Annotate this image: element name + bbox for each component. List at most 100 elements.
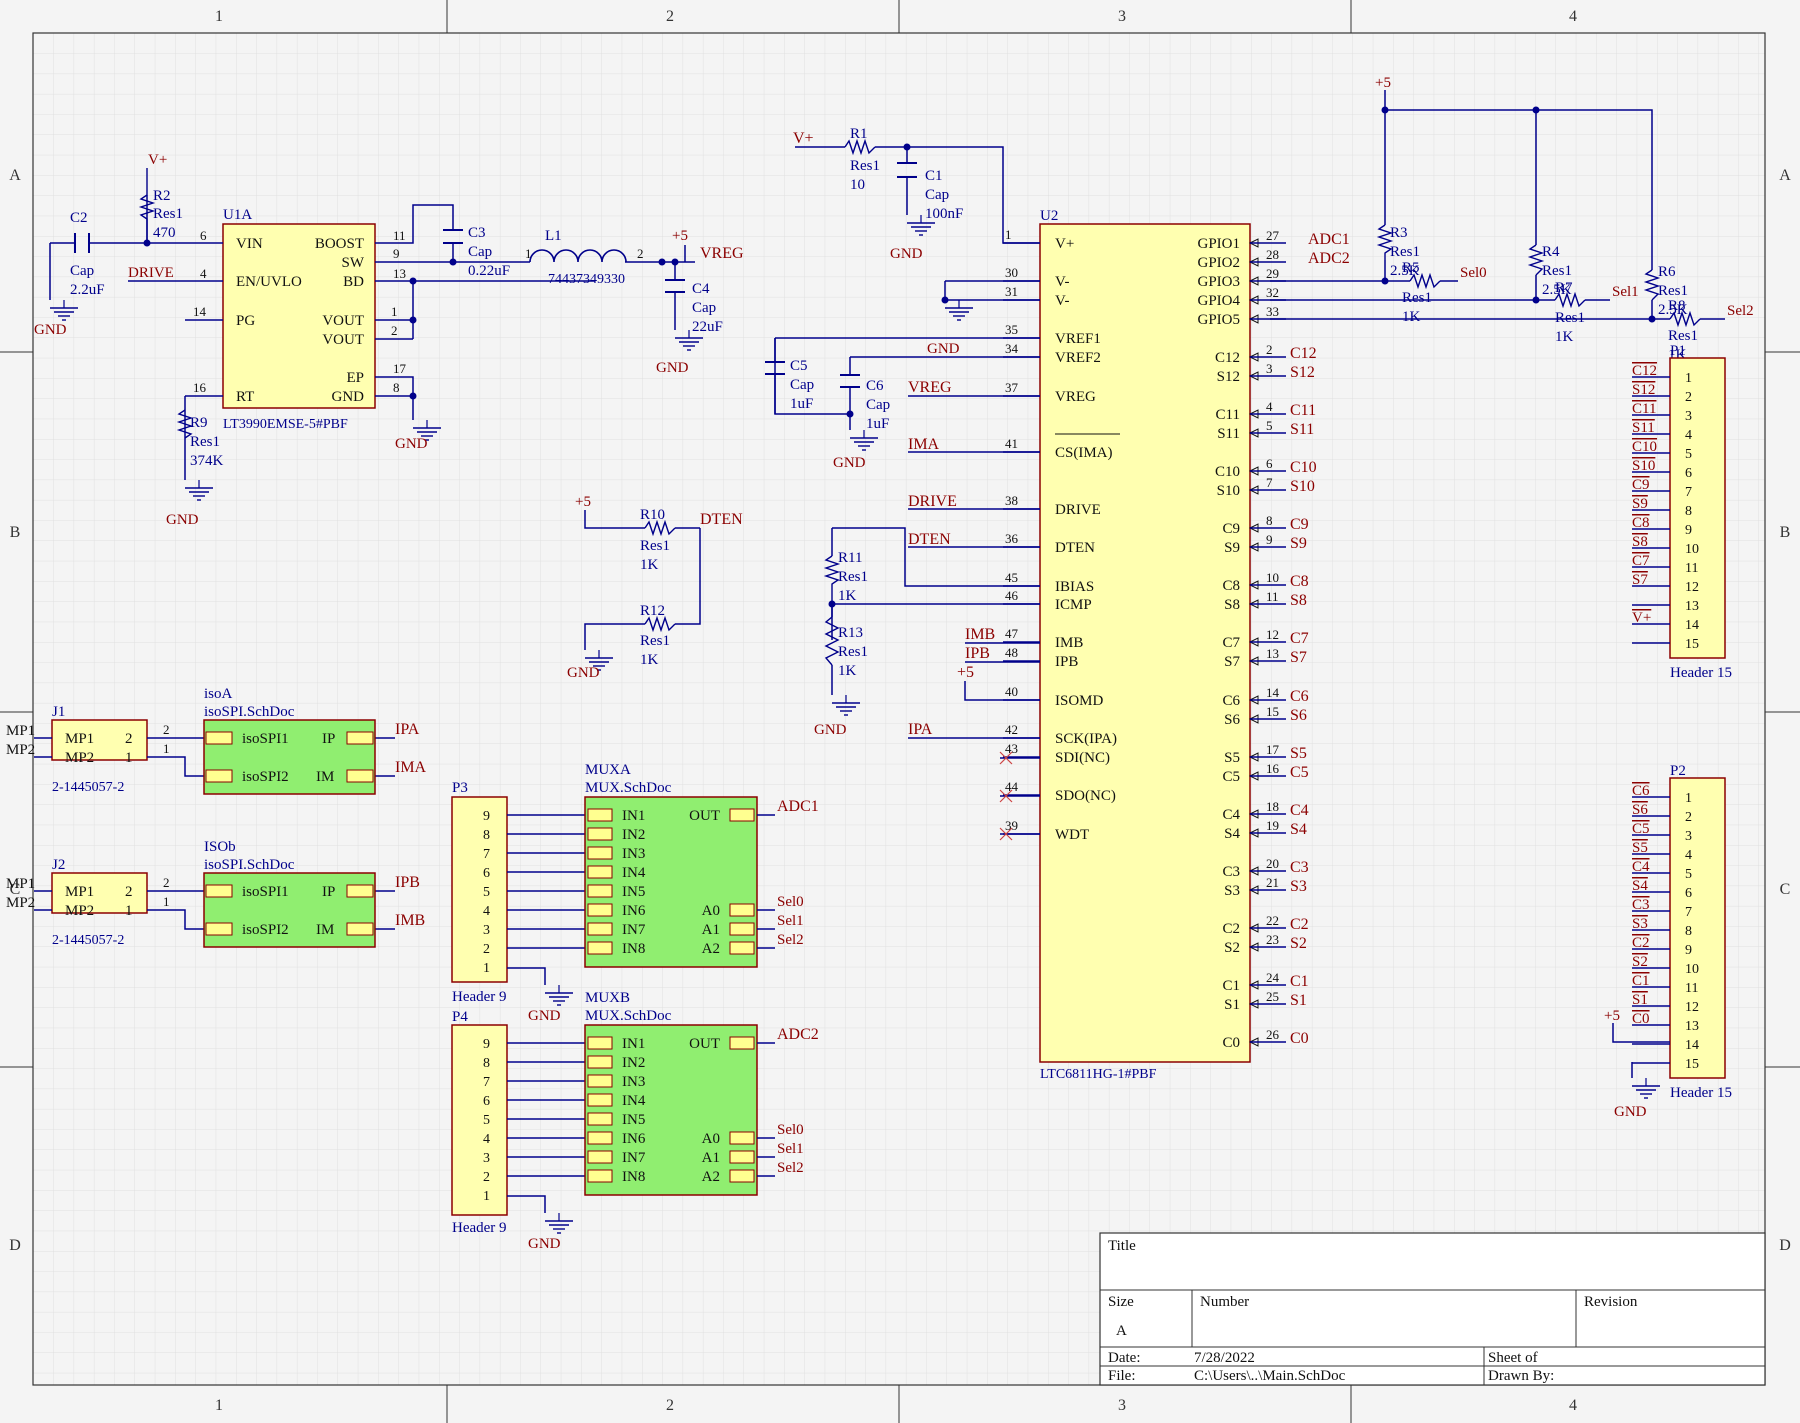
u2-pin-name: ICMP <box>1055 597 1092 613</box>
r3-type: Res1 <box>1390 244 1420 260</box>
p2-pin-num: 15 <box>1685 1057 1699 1072</box>
c4-value: 22uF <box>692 319 723 335</box>
gnd-label-r13: GND <box>814 722 847 738</box>
u2-pin-num: 1 <box>1005 227 1012 242</box>
p2-pin-num: 3 <box>1685 829 1692 844</box>
u1a-num-16: 16 <box>193 380 207 395</box>
u2-pin-name: C2 <box>1222 921 1240 937</box>
j1-net-mp1: MP1 <box>6 723 35 739</box>
p4-pin-num: 1 <box>483 1189 490 1204</box>
u2-pin-name: GPIO2 <box>1197 255 1240 271</box>
isoa-port-isospi1: isoSPI1 <box>242 731 289 747</box>
u2-pin-num: 24 <box>1266 970 1280 985</box>
u2-pin-net: C4 <box>1290 802 1309 819</box>
p1-pin-net: S11 <box>1632 420 1655 436</box>
u2-part: LTC6811HG-1#PBF <box>1040 1067 1157 1082</box>
p2-pin-num: 12 <box>1685 1000 1699 1015</box>
u1a-num-1: 1 <box>391 304 398 319</box>
p1-pin-num: 12 <box>1685 580 1699 595</box>
u2-pin-net: ADC1 <box>1308 231 1350 248</box>
p4-ref: P4 <box>452 1009 468 1025</box>
p1-pin-net: C10 <box>1632 439 1657 455</box>
u1a-block[interactable]: U1A LT3990EMSE-5#PBF VIN EN/UVLO PG RT B… <box>193 207 407 432</box>
u2-pin-num: 31 <box>1005 284 1018 299</box>
u2-pin-num: 34 <box>1005 341 1019 356</box>
muxa-sel-label: A2 <box>702 941 720 957</box>
u2-pin-net: S1 <box>1290 992 1307 1009</box>
c6-ref: C6 <box>866 378 884 394</box>
gnd-label-c1: GND <box>890 246 923 262</box>
p4-pin-num: 9 <box>483 1037 490 1052</box>
u2-pin-net: S7 <box>1290 649 1307 666</box>
u1a-pin-en: EN/UVLO <box>236 274 302 290</box>
u1a-num-9: 9 <box>393 246 400 261</box>
p2-pin-net: S1 <box>1632 992 1648 1008</box>
u1a-num-13: 13 <box>393 266 406 281</box>
p3-ref: P3 <box>452 780 468 796</box>
j2-pin-mp1: MP1 <box>65 884 94 900</box>
net-sel1-muxb: Sel1 <box>777 1141 804 1157</box>
j2-part: 2-1445057-2 <box>52 933 124 948</box>
u2-pin-name: C4 <box>1222 807 1240 823</box>
zone-row-d: D <box>9 1237 21 1254</box>
u2-pin-num: 12 <box>1266 627 1279 642</box>
u1a-pin-gnd: GND <box>332 389 365 405</box>
j2-num-2: 2 <box>125 884 133 900</box>
p2-pin-num: 6 <box>1685 886 1692 901</box>
r8-ref: R8 <box>1668 298 1686 314</box>
muxb-in-port <box>587 1131 613 1145</box>
gnd-label-r9: GND <box>166 512 199 528</box>
zone-col-1: 1 <box>215 8 223 25</box>
u2-pin-num: 42 <box>1005 722 1018 737</box>
title-block: Title Size A Number Revision Date: 7/28/… <box>1099 1232 1766 1386</box>
gnd-label-p4: GND <box>528 1236 561 1252</box>
muxa-sel-port <box>729 903 755 917</box>
c1-ref: C1 <box>925 168 943 184</box>
u2-pin-net: C3 <box>1290 859 1309 876</box>
p1-pin-num: 15 <box>1685 637 1699 652</box>
u2-pin-name: S6 <box>1224 712 1240 728</box>
r5-value: 1K <box>1402 309 1421 325</box>
revision-label: Revision <box>1584 1294 1638 1310</box>
gnd-label-u2-vminus: GND <box>927 341 960 357</box>
u2-pin-name: GPIO4 <box>1197 293 1240 309</box>
r10-type: Res1 <box>640 538 670 554</box>
muxa-in-label: IN2 <box>622 827 645 843</box>
p5-label-isomd: +5 <box>957 664 974 681</box>
u1a-num-2: 2 <box>391 323 398 338</box>
net-drive-u1a: DRIVE <box>128 265 174 281</box>
muxa-in-port <box>587 827 613 841</box>
muxa-in-label: IN1 <box>622 808 645 824</box>
j2-net-mp1: MP1 <box>6 876 35 892</box>
u2-pin-num: 25 <box>1266 989 1279 1004</box>
u2-pin-num: 30 <box>1005 265 1018 280</box>
gnd-label-c2: GND <box>34 322 67 338</box>
u2-pin-num: 11 <box>1266 589 1279 604</box>
u2-pin-num: 2 <box>1266 342 1273 357</box>
r9-type: Res1 <box>190 434 220 450</box>
muxb-in-label: IN4 <box>622 1093 646 1109</box>
net-ima-isoa: IMA <box>395 759 427 776</box>
gnd-label-p2: GND <box>1614 1104 1647 1120</box>
u2-pin-name: C9 <box>1222 521 1240 537</box>
u2-pin-name: S2 <box>1224 940 1240 956</box>
p1-pin-net: C7 <box>1632 553 1650 569</box>
u1a-num-17: 17 <box>393 361 407 376</box>
p3-pin-num: 7 <box>483 847 490 862</box>
p3-pin-num: 3 <box>483 923 490 938</box>
p3-pin-num: 8 <box>483 828 490 843</box>
muxb-in-label: IN5 <box>622 1112 645 1128</box>
p2-pin-net: C5 <box>1632 821 1650 837</box>
muxb-file: MUX.SchDoc <box>585 1008 672 1024</box>
u2-pin-name: ISOMD <box>1055 693 1104 709</box>
r11-type: Res1 <box>838 569 868 585</box>
file-value: C:\Users\..\Main.SchDoc <box>1194 1368 1346 1384</box>
u1a-pin-ep: EP <box>346 370 364 386</box>
muxb-in-port <box>587 1074 613 1088</box>
u2-pin-net: C8 <box>1290 573 1309 590</box>
u2-pin-net: C12 <box>1290 345 1317 362</box>
u2-pin-name: GPIO3 <box>1197 274 1240 290</box>
u2-pin-name: WDT <box>1055 827 1089 843</box>
p1-pin-net: C8 <box>1632 515 1650 531</box>
isoa-file: isoSPI.SchDoc <box>204 704 295 720</box>
